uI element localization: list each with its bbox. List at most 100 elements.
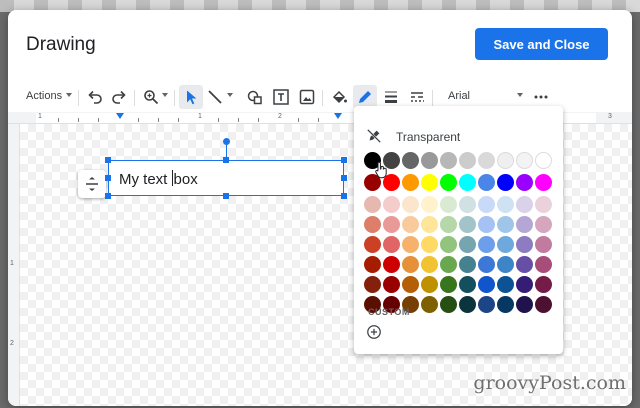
color-swatch[interactable] [535, 174, 552, 191]
color-swatch[interactable] [497, 196, 514, 213]
font-chevron-down-icon[interactable] [517, 93, 523, 97]
color-swatch[interactable] [535, 152, 552, 169]
color-swatch[interactable] [497, 236, 514, 253]
fill-color-icon[interactable] [330, 88, 348, 106]
text-box-icon[interactable] [272, 88, 290, 106]
color-swatch[interactable] [440, 196, 457, 213]
color-swatch[interactable] [459, 174, 476, 191]
resize-handle[interactable] [341, 157, 347, 163]
color-swatch[interactable] [478, 296, 495, 313]
color-swatch[interactable] [535, 296, 552, 313]
color-swatch[interactable] [516, 174, 533, 191]
color-swatch[interactable] [459, 256, 476, 273]
border-color-icon[interactable] [356, 88, 374, 106]
color-swatch[interactable] [478, 196, 495, 213]
save-and-close-button[interactable]: Save and Close [475, 28, 608, 60]
color-swatch[interactable] [383, 276, 400, 293]
color-swatch[interactable] [516, 276, 533, 293]
color-swatch[interactable] [421, 296, 438, 313]
color-swatch[interactable] [383, 256, 400, 273]
color-swatch[interactable] [497, 216, 514, 233]
line-icon[interactable] [206, 88, 224, 106]
resize-handle[interactable] [223, 157, 229, 163]
color-swatch[interactable] [497, 296, 514, 313]
color-swatch[interactable] [440, 152, 457, 169]
color-swatch[interactable] [402, 152, 419, 169]
color-swatch[interactable] [364, 276, 381, 293]
resize-handle[interactable] [341, 175, 347, 181]
rotation-handle[interactable] [223, 138, 230, 145]
font-select[interactable]: Arial [448, 90, 470, 102]
color-swatch[interactable] [421, 196, 438, 213]
text-box[interactable]: My text box [108, 160, 344, 196]
more-icon[interactable] [532, 88, 550, 106]
color-swatch[interactable] [421, 152, 438, 169]
transparent-option[interactable]: Transparent [354, 124, 563, 150]
color-swatch[interactable] [459, 196, 476, 213]
color-swatch[interactable] [440, 276, 457, 293]
actions-menu[interactable]: Actions [26, 90, 62, 102]
resize-handle[interactable] [341, 193, 347, 199]
undo-icon[interactable] [86, 88, 104, 106]
color-swatch[interactable] [478, 216, 495, 233]
color-swatch[interactable] [497, 256, 514, 273]
right-indent-marker[interactable] [334, 113, 342, 119]
color-swatch[interactable] [364, 236, 381, 253]
color-swatch[interactable] [459, 276, 476, 293]
color-swatch[interactable] [535, 216, 552, 233]
resize-handle[interactable] [105, 157, 111, 163]
color-swatch[interactable] [440, 174, 457, 191]
color-swatch[interactable] [402, 216, 419, 233]
color-swatch[interactable] [535, 236, 552, 253]
color-swatch[interactable] [497, 152, 514, 169]
color-swatch[interactable] [478, 174, 495, 191]
color-swatch[interactable] [516, 196, 533, 213]
color-swatch[interactable] [421, 236, 438, 253]
color-swatch[interactable] [535, 256, 552, 273]
vertical-align-button[interactable] [78, 170, 106, 198]
color-swatch[interactable] [364, 216, 381, 233]
color-swatch[interactable] [364, 256, 381, 273]
color-swatch[interactable] [440, 296, 457, 313]
color-swatch[interactable] [421, 216, 438, 233]
color-swatch[interactable] [402, 256, 419, 273]
color-swatch[interactable] [459, 152, 476, 169]
color-swatch[interactable] [440, 256, 457, 273]
color-swatch[interactable] [459, 296, 476, 313]
resize-handle[interactable] [105, 175, 111, 181]
color-swatch[interactable] [459, 216, 476, 233]
color-swatch[interactable] [535, 196, 552, 213]
color-swatch[interactable] [497, 276, 514, 293]
color-swatch[interactable] [421, 256, 438, 273]
color-swatch[interactable] [383, 196, 400, 213]
color-swatch[interactable] [478, 152, 495, 169]
border-dash-icon[interactable] [408, 88, 426, 106]
color-swatch[interactable] [478, 276, 495, 293]
zoom-icon[interactable] [142, 88, 160, 106]
color-swatch[interactable] [478, 256, 495, 273]
color-swatch[interactable] [383, 236, 400, 253]
color-swatch[interactable] [402, 196, 419, 213]
image-icon[interactable] [298, 88, 316, 106]
color-swatch[interactable] [459, 236, 476, 253]
color-swatch[interactable] [516, 216, 533, 233]
select-pointer-icon[interactable] [182, 88, 200, 106]
color-swatch[interactable] [516, 256, 533, 273]
color-swatch[interactable] [402, 236, 419, 253]
line-chevron-down-icon[interactable] [227, 93, 233, 97]
color-swatch[interactable] [402, 174, 419, 191]
color-swatch[interactable] [497, 174, 514, 191]
color-swatch[interactable] [440, 236, 457, 253]
color-swatch[interactable] [478, 236, 495, 253]
border-weight-icon[interactable] [382, 88, 400, 106]
color-swatch[interactable] [402, 276, 419, 293]
add-custom-color-icon[interactable] [366, 324, 382, 340]
shape-icon[interactable] [246, 88, 264, 106]
color-swatch[interactable] [364, 196, 381, 213]
redo-icon[interactable] [110, 88, 128, 106]
zoom-chevron-down-icon[interactable] [162, 93, 168, 97]
color-swatch[interactable] [421, 276, 438, 293]
color-swatch[interactable] [383, 216, 400, 233]
color-swatch[interactable] [535, 276, 552, 293]
left-indent-marker[interactable] [116, 113, 124, 119]
